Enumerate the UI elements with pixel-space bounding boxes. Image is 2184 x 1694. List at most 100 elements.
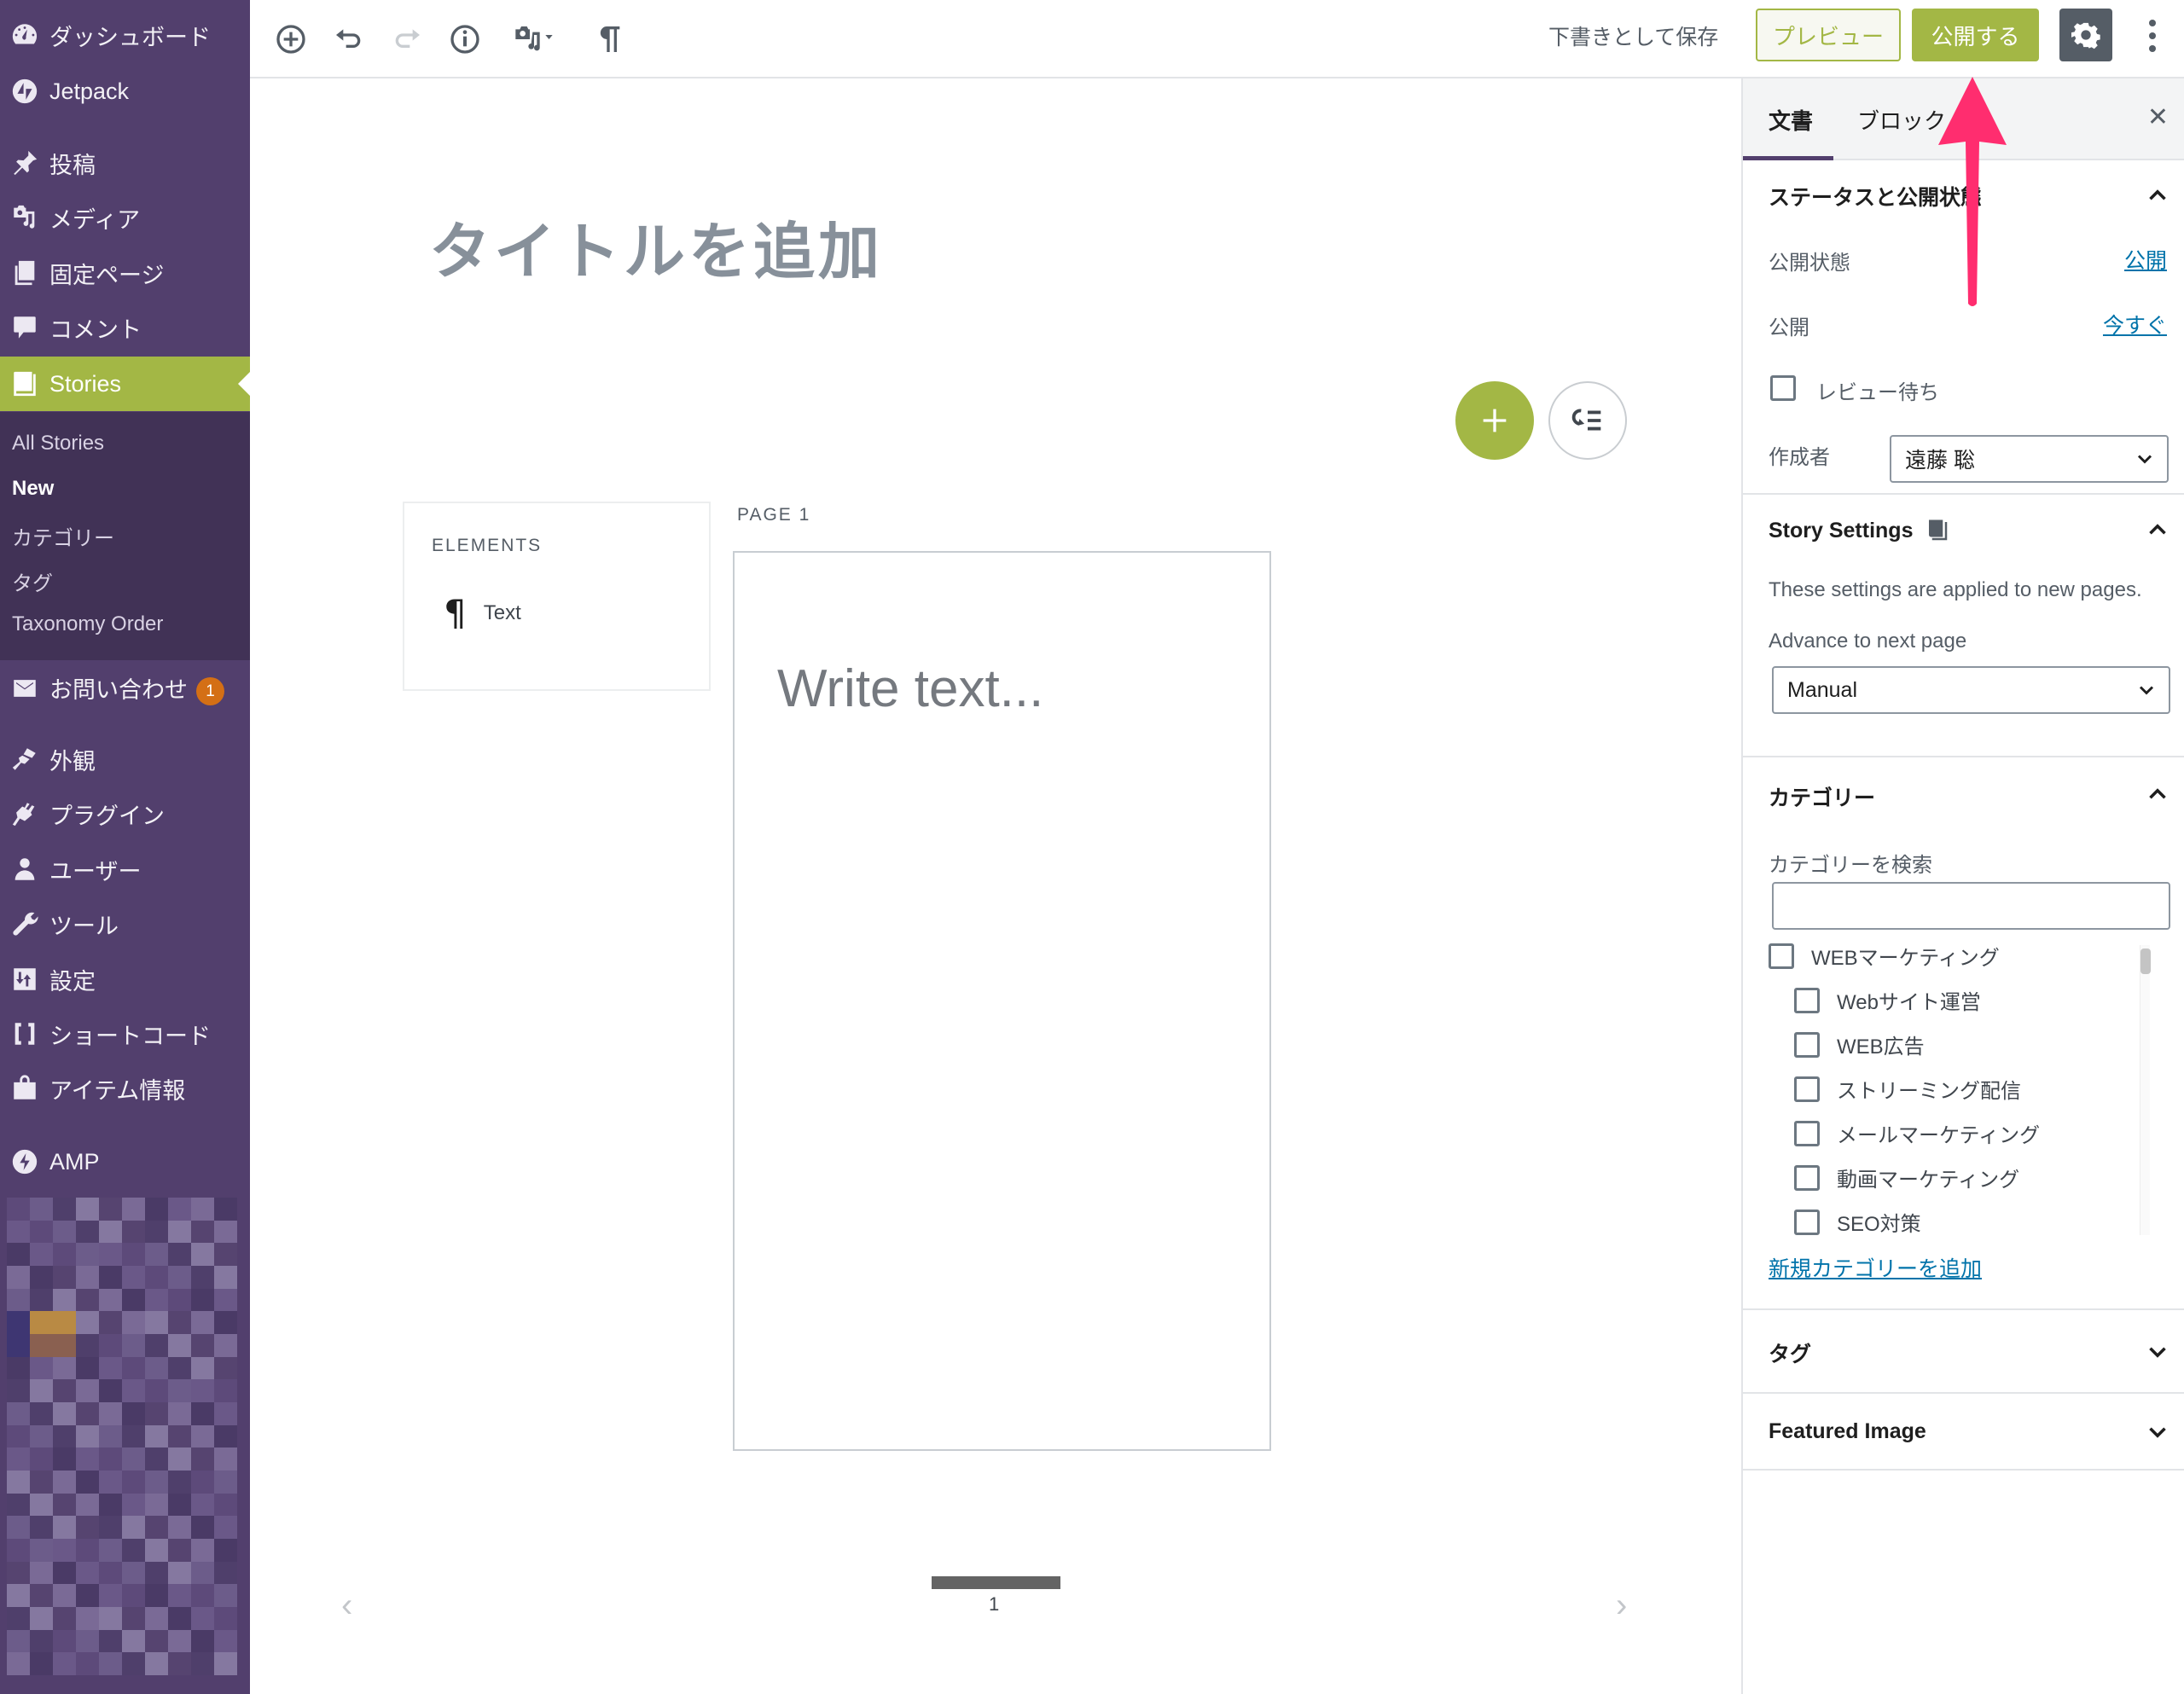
category-item[interactable]: ストリーミング配信: [1794, 1074, 2021, 1104]
author-select[interactable]: 遠藤 聡: [1890, 435, 2169, 483]
page-label: PAGE 1: [737, 505, 811, 525]
category-checkbox[interactable]: [1794, 987, 1820, 1013]
mosaic-cell: [145, 1243, 168, 1266]
media-dropdown-button[interactable]: [504, 15, 564, 63]
sidebar-item-stories[interactable]: Stories: [0, 357, 250, 411]
sidebar-item-settings[interactable]: 設定: [0, 952, 250, 1007]
scrollbar-thumb[interactable]: [2140, 949, 2151, 974]
section-title[interactable]: Story Settings: [1769, 517, 1950, 544]
sidebar-item-tools[interactable]: ツール: [0, 896, 250, 951]
settings-toggle-button[interactable]: [2059, 9, 2112, 61]
mosaic-cell: [53, 1629, 76, 1653]
chevron-down-icon[interactable]: [2143, 1418, 2172, 1447]
featured-image-section[interactable]: Featured Image: [1743, 1395, 2184, 1471]
next-page-chevron-icon[interactable]: ›: [1616, 1587, 1627, 1625]
chevron-down-icon[interactable]: [2143, 1337, 2172, 1366]
section-title[interactable]: タグ: [1769, 1337, 1811, 1368]
mosaic-cell: [214, 1629, 237, 1653]
sidebar-item-comments[interactable]: コメント: [0, 300, 250, 355]
mosaic-cell: [30, 1198, 53, 1221]
chevron-up-icon[interactable]: [2143, 515, 2172, 544]
sidebar-item-shortcode[interactable]: ショートコード: [0, 1007, 250, 1061]
sidebar-item-plugins[interactable]: プラグイン: [0, 786, 250, 841]
undo-button[interactable]: [325, 15, 373, 63]
redo-icon: [395, 29, 420, 48]
sidebar-item-media[interactable]: メディア: [0, 190, 250, 245]
pending-review-checkbox[interactable]: [1770, 375, 1796, 401]
advance-select[interactable]: Manual: [1772, 666, 2170, 714]
page-thumbnail[interactable]: [932, 1576, 1060, 1589]
elements-heading: ELEMENTS: [432, 536, 543, 555]
page-number: 1: [989, 1593, 1000, 1615]
submenu-tags[interactable]: タグ: [12, 566, 53, 596]
user-icon: [0, 855, 49, 884]
submenu-new[interactable]: New: [12, 477, 54, 501]
sidebar-item-amp[interactable]: AMP: [0, 1134, 250, 1189]
save-draft-button[interactable]: 下書きとして保存: [1548, 20, 1718, 51]
sidebar-item-item-info[interactable]: アイテム情報: [0, 1061, 250, 1116]
mosaic-cell: [7, 1401, 30, 1425]
mosaic-cell: [99, 1538, 122, 1562]
category-checkbox[interactable]: [1794, 1120, 1820, 1146]
mosaic-cell: [191, 1516, 214, 1539]
mosaic-cell: [99, 1379, 122, 1402]
submenu-taxonomy-order[interactable]: Taxonomy Order: [12, 612, 163, 636]
sidebar-item-dashboard[interactable]: ダッシュボード: [0, 8, 250, 62]
redo-button[interactable]: [383, 15, 431, 63]
category-checkbox[interactable]: [1769, 943, 1794, 969]
submenu-all-stories[interactable]: All Stories: [12, 432, 104, 455]
preview-button[interactable]: プレビュー: [1756, 9, 1901, 61]
add-page-button[interactable]: [1455, 381, 1534, 460]
publish-date-link[interactable]: 今すぐ: [2103, 309, 2167, 339]
post-title-input[interactable]: タイトルを追加: [429, 201, 883, 291]
category-checkbox[interactable]: [1794, 1164, 1820, 1191]
tab-block[interactable]: ブロック: [1857, 104, 1946, 136]
chevron-up-icon[interactable]: [2143, 780, 2172, 809]
tags-section[interactable]: タグ: [1743, 1312, 2184, 1394]
add-new-category-link[interactable]: 新規カテゴリーを追加: [1769, 1252, 1982, 1283]
sidebar-item-contact[interactable]: お問い合わせ 1: [0, 661, 250, 716]
category-search-input[interactable]: [1772, 882, 2170, 930]
publish-button[interactable]: 公開する: [1912, 9, 2039, 61]
section-title[interactable]: カテゴリー: [1769, 781, 1875, 812]
chevron-up-icon[interactable]: [2143, 181, 2172, 210]
notification-badge: 1: [196, 677, 224, 706]
add-block-button[interactable]: [267, 15, 315, 63]
submenu-categories[interactable]: カテゴリー: [12, 521, 114, 551]
close-panel-icon[interactable]: ✕: [2147, 102, 2169, 132]
sidebar-item-posts[interactable]: 投稿: [0, 136, 250, 190]
category-scrollbar[interactable]: [2140, 945, 2151, 1235]
category-checkbox[interactable]: [1794, 1031, 1820, 1058]
category-item[interactable]: WEB広告: [1794, 1030, 1925, 1059]
mosaic-cell: [76, 1629, 99, 1653]
info-button[interactable]: [441, 15, 489, 63]
section-title[interactable]: ステータスと公開状態: [1769, 181, 1982, 212]
text-block-placeholder[interactable]: Write text...: [777, 658, 1043, 719]
sidebar-item-users[interactable]: ユーザー: [0, 842, 250, 896]
mosaic-cell: [76, 1243, 99, 1266]
section-title[interactable]: Featured Image: [1769, 1419, 1926, 1444]
more-options-button[interactable]: [2135, 12, 2169, 60]
category-item[interactable]: Webサイト運営: [1794, 985, 1981, 1015]
category-item[interactable]: SEO対策: [1794, 1207, 1921, 1235]
mosaic-cell: [30, 1606, 53, 1630]
story-page-canvas[interactable]: Write text...: [733, 551, 1271, 1451]
sidebar-item-appearance[interactable]: 外観: [0, 732, 250, 786]
category-item[interactable]: WEBマーケティング: [1769, 941, 2000, 971]
category-item[interactable]: メールマーケティング: [1794, 1118, 2040, 1148]
mosaic-cell: [168, 1311, 191, 1334]
category-item[interactable]: 動画マーケティング: [1794, 1163, 2019, 1192]
visibility-label: 公開状態: [1769, 252, 1850, 275]
mosaic-cell: [30, 1424, 53, 1448]
paragraph-button[interactable]: [584, 15, 632, 63]
category-checkbox[interactable]: [1794, 1209, 1820, 1235]
category-checkbox[interactable]: [1794, 1076, 1820, 1102]
visibility-link[interactable]: 公開: [2124, 244, 2167, 275]
reorder-pages-button[interactable]: [1548, 381, 1627, 460]
sidebar-item-jetpack[interactable]: Jetpack: [0, 64, 250, 119]
tab-document[interactable]: 文書: [1769, 104, 1813, 136]
prev-page-chevron-icon[interactable]: ‹: [341, 1587, 352, 1625]
text-element-button[interactable]: ¶ Text: [444, 592, 521, 634]
sidebar-item-pages[interactable]: 固定ページ: [0, 246, 250, 300]
mosaic-cell: [76, 1220, 99, 1244]
